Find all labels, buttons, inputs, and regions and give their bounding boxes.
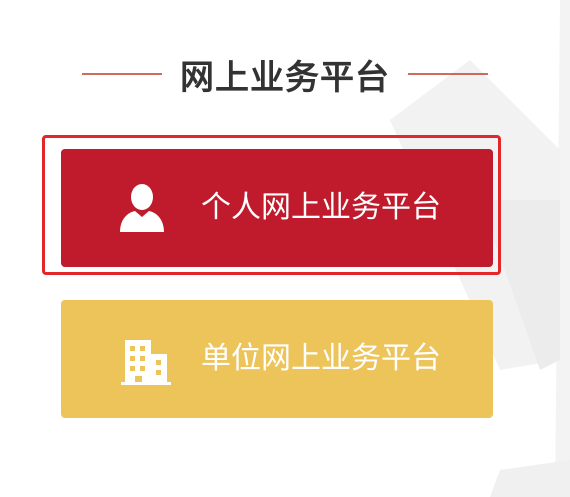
header-line-right <box>408 73 488 75</box>
section-header: 网上业务平台 <box>0 48 570 100</box>
building-icon <box>121 335 171 387</box>
unit-platform-label: 单位网上业务平台 <box>201 341 441 376</box>
personal-platform-label: 个人网上业务平台 <box>201 190 441 225</box>
header-line-left <box>82 73 162 75</box>
user-icon <box>117 182 167 234</box>
page-title: 网上业务平台 <box>180 57 390 98</box>
unit-platform-button[interactable]: 单位网上业务平台 <box>61 300 493 418</box>
personal-platform-button[interactable]: 个人网上业务平台 <box>61 149 493 267</box>
